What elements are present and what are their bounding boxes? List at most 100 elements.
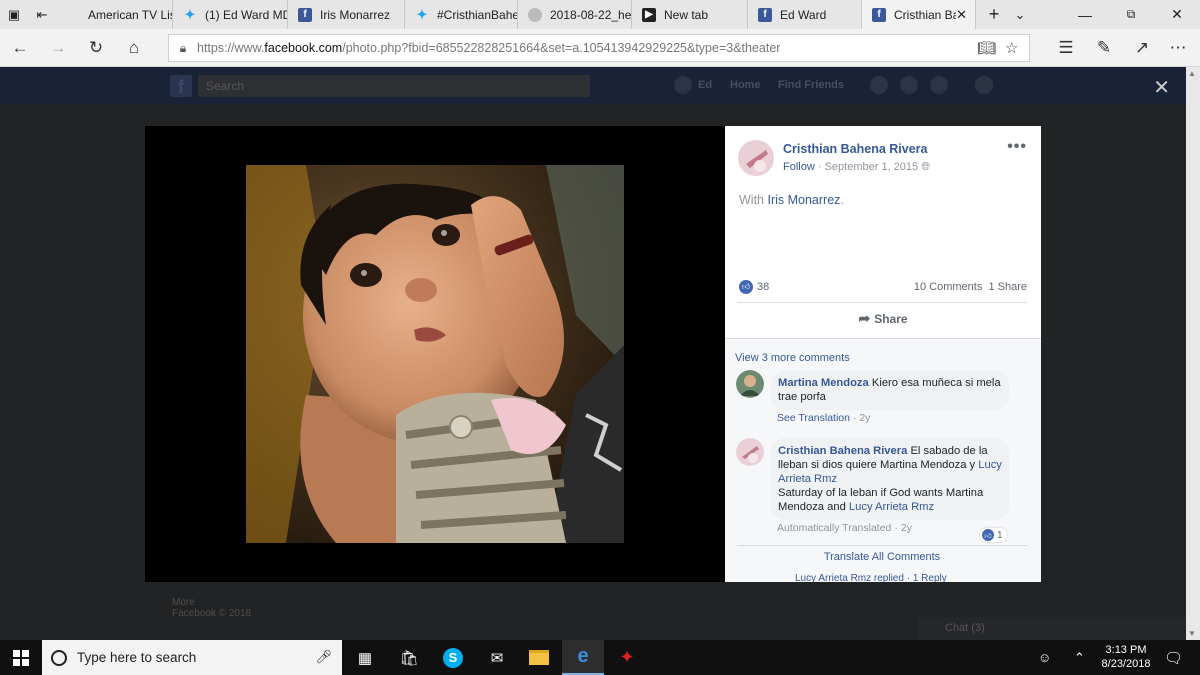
action-center-icon[interactable]: 🗨︎ xyxy=(1164,640,1183,675)
help-icon[interactable] xyxy=(975,76,993,94)
url-text[interactable]: https://www.facebook.com/photo.php?fbid=… xyxy=(197,41,780,55)
file-explorer-icon[interactable] xyxy=(518,640,560,675)
tab-cristhian-twitter[interactable]: ✦ #CristhianBaher xyxy=(405,0,518,29)
tab-label: #CristhianBaher xyxy=(437,7,517,22)
taskbar-search-input[interactable]: Type here to search 🎤︎ xyxy=(42,640,342,675)
commenter-name[interactable]: Cristhian Bahena Rivera xyxy=(778,445,907,457)
baby-photo[interactable] xyxy=(246,165,624,543)
reply-thread-link[interactable]: Lucy Arrieta Rmz replied · 1 Reply xyxy=(795,573,947,582)
commenter-avatar[interactable] xyxy=(736,370,764,398)
restore-icon[interactable]: ⧉ xyxy=(1108,0,1154,29)
more-options-icon[interactable]: ••• xyxy=(1007,138,1027,156)
home-icon[interactable]: ⌂ xyxy=(116,29,152,67)
chevron-down-icon[interactable]: ⌄ xyxy=(1006,0,1034,29)
avatar-image xyxy=(736,438,764,466)
view-more-comments-link[interactable]: View 3 more comments xyxy=(735,352,850,364)
system-clock[interactable]: 3:13 PM 8/23/2018 xyxy=(1097,643,1155,671)
friend-requests-icon[interactable] xyxy=(870,76,888,94)
url-path: /photo.php?fbid=685522828251664&set=a.10… xyxy=(342,41,781,55)
facebook-logo[interactable]: f xyxy=(170,75,192,97)
new-tab-icon: ▶ xyxy=(642,7,656,22)
tab-manager-icon[interactable]: ▣ xyxy=(0,0,28,29)
share-icon[interactable]: ↗ xyxy=(1124,29,1160,67)
comments-count-link[interactable]: 10 Comments xyxy=(914,281,982,293)
translate-all-comments-link[interactable]: Translate All Comments xyxy=(737,545,1027,563)
reactions-summary[interactable]: 👍︎ 38 xyxy=(739,280,769,294)
tab-label: Cristhian Ba xyxy=(894,7,957,22)
tagged-person-link[interactable]: Iris Monarrez xyxy=(767,193,840,207)
tab-ed-ward-md[interactable]: ✦ (1) Ed Ward MD xyxy=(173,0,288,29)
globe-icon: 🌐︎ xyxy=(921,161,931,173)
close-window-icon[interactable]: ✕ xyxy=(1154,0,1200,29)
post-author-name[interactable]: Cristhian Bahena Rivera xyxy=(783,142,928,156)
profile-avatar[interactable] xyxy=(674,76,692,94)
clock-time: 3:13 PM xyxy=(1105,644,1147,656)
photo-stage[interactable] xyxy=(145,126,725,582)
comment-meta: See Translation · 2y xyxy=(777,412,870,424)
share-arrow-icon: ➦ xyxy=(858,310,871,326)
notifications-icon[interactable] xyxy=(930,76,948,94)
comment-time[interactable]: 2y xyxy=(859,412,870,424)
tab-new-tab[interactable]: ▶ New tab xyxy=(632,0,748,29)
see-translation-link[interactable]: See Translation xyxy=(777,412,850,424)
reading-view-icon[interactable]: 📖︎ xyxy=(977,39,996,57)
favorite-star-icon[interactable]: ☆ xyxy=(1005,39,1018,57)
microphone-icon[interactable]: 🎤︎ xyxy=(315,649,332,665)
divider xyxy=(725,338,1041,339)
favorites-hub-icon[interactable]: ☰ xyxy=(1048,29,1084,67)
nav-profile-name[interactable]: Ed xyxy=(698,79,712,91)
set-aside-tabs-icon[interactable]: ⇤ xyxy=(28,0,56,29)
tab-ed-ward[interactable]: f Ed Ward xyxy=(748,0,862,29)
app-icon[interactable]: ✦ xyxy=(606,640,648,675)
scroll-down-icon[interactable]: ▼ xyxy=(1188,629,1196,638)
commenter-name[interactable]: Martina Mendoza xyxy=(778,377,869,389)
people-icon[interactable]: ☺ xyxy=(1038,640,1051,675)
page-scrollbar[interactable]: ▲ ▼ xyxy=(1186,67,1200,640)
nav-find-friends[interactable]: Find Friends xyxy=(778,79,844,91)
edge-browser-icon[interactable]: e xyxy=(562,640,604,675)
new-tab-plus-icon[interactable]: + xyxy=(980,0,1008,29)
refresh-icon[interactable]: ↻ xyxy=(78,29,114,67)
tab-cristhian-facebook[interactable]: f Cristhian Ba ✕ xyxy=(862,0,976,29)
comment-bubble: Cristhian Bahena Rivera El sabado de la … xyxy=(771,438,1009,520)
scroll-up-icon[interactable]: ▲ xyxy=(1188,69,1196,78)
facebook-search-input[interactable]: Search xyxy=(198,75,590,97)
task-view-icon[interactable]: ▦ xyxy=(344,640,386,675)
address-bar[interactable]: 🔒︎ https://www.facebook.com/photo.php?fb… xyxy=(168,34,1030,62)
share-button[interactable]: ➦ Share xyxy=(725,310,1041,327)
author-avatar[interactable] xyxy=(738,140,774,176)
with-suffix: . xyxy=(840,193,844,207)
store-icon[interactable]: 🛍︎ xyxy=(388,640,430,675)
tab-iris-monarrez[interactable]: f Iris Monarrez xyxy=(288,0,405,29)
tab-label: New tab xyxy=(664,7,709,22)
messages-icon[interactable] xyxy=(900,76,918,94)
show-hidden-icons-icon[interactable]: ⌃ xyxy=(1074,640,1085,675)
tab-american-tv[interactable]: American TV Lis xyxy=(56,0,173,29)
close-tab-icon[interactable]: ✕ xyxy=(956,7,967,23)
chat-bar[interactable]: Chat (3) xyxy=(918,617,1186,640)
more-dots-icon[interactable]: ⋯ xyxy=(1160,29,1196,67)
shares-count-link[interactable]: 1 Share xyxy=(988,281,1027,293)
footer-more[interactable]: More xyxy=(172,597,251,608)
commenter-avatar[interactable] xyxy=(736,438,764,466)
mail-icon[interactable]: ✉ xyxy=(476,640,518,675)
post-date[interactable]: September 1, 2015 xyxy=(825,161,919,173)
forward-arrow-icon[interactable]: → xyxy=(40,29,76,67)
minimize-icon[interactable]: — xyxy=(1062,0,1108,29)
blank-page-icon xyxy=(66,8,80,22)
browser-tab-strip: ▣ ⇤ American TV Lis ✦ (1) Ed Ward MD f I… xyxy=(0,0,1200,29)
comment-reaction-badge[interactable]: 👍︎ 1 xyxy=(980,528,1007,542)
facebook-footer: More Facebook © 2018 xyxy=(172,597,251,619)
tab-2018-08-22[interactable]: 2018-08-22_hei xyxy=(518,0,632,29)
lock-icon: 🔒︎ xyxy=(179,40,187,55)
skype-icon[interactable]: S xyxy=(432,640,474,675)
comment-time[interactable]: 2y xyxy=(901,522,912,534)
close-theater-icon[interactable]: ✕ xyxy=(1153,75,1170,100)
mentioned-person-link[interactable]: Lucy Arrieta Rmz xyxy=(849,501,934,513)
nav-home[interactable]: Home xyxy=(730,79,761,91)
back-arrow-icon[interactable]: ← xyxy=(2,29,38,67)
search-placeholder: Type here to search xyxy=(77,650,197,665)
windows-start-icon[interactable] xyxy=(0,640,42,675)
pen-notes-icon[interactable]: ✎ xyxy=(1086,29,1122,67)
follow-link[interactable]: Follow xyxy=(783,161,815,173)
